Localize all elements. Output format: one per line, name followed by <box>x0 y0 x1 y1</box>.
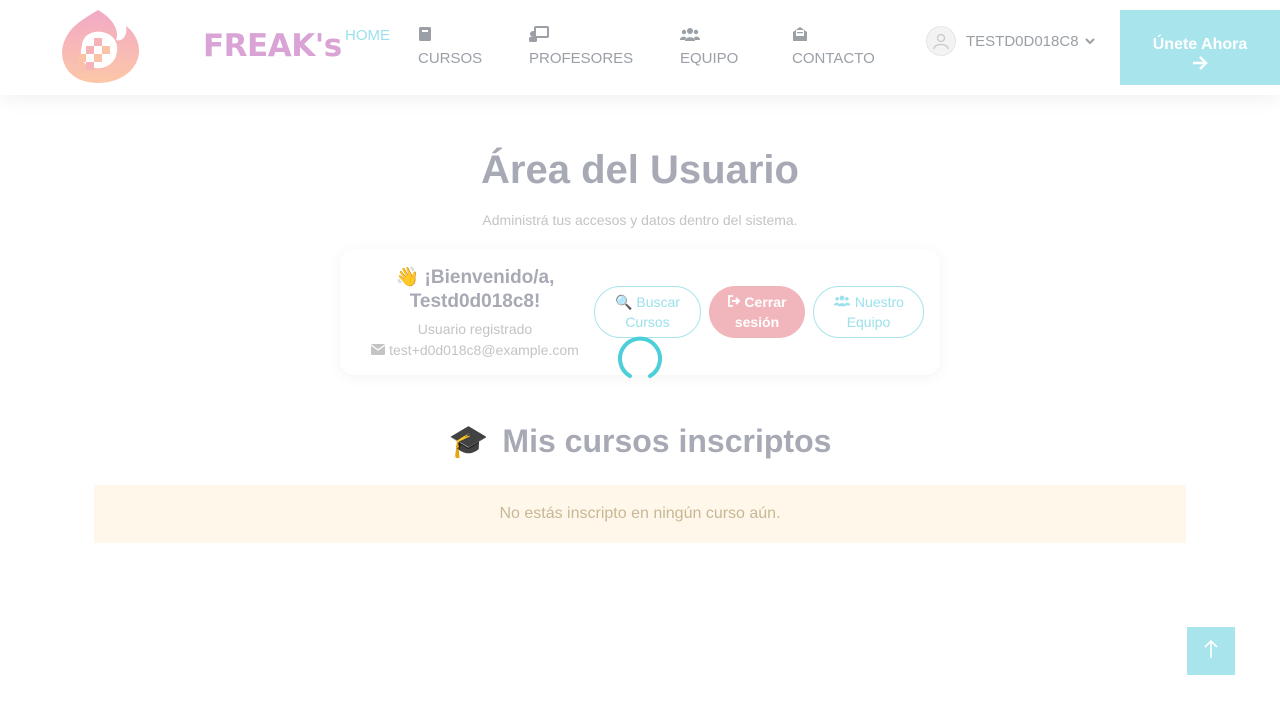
search-courses-label-2: Cursos <box>625 314 670 330</box>
nav-contacto[interactable]: CONTACTO <box>792 26 875 67</box>
join-now-button[interactable]: Únete Ahora <box>1120 10 1280 85</box>
user-name: TESTD0D018C8 <box>966 32 1079 50</box>
nav-equipo-label: EQUIPO <box>680 50 739 67</box>
loading-spinner-icon <box>616 336 664 384</box>
arrow-right-icon <box>1120 56 1280 75</box>
logout-label-2: sesión <box>734 314 780 330</box>
our-team-label-2: Equipo <box>846 314 891 330</box>
nav-home-label: HOME <box>345 27 390 44</box>
join-now-label: Únete Ahora <box>1152 36 1248 53</box>
wave-icon: 👋 <box>395 267 420 288</box>
sign-out-icon <box>727 294 745 310</box>
book-icon <box>418 26 482 44</box>
envelope-icon <box>370 342 389 358</box>
chevron-down-icon <box>1084 32 1095 50</box>
search-courses-button[interactable]: 🔍 Buscar Cursos <box>594 286 701 338</box>
search-courses-label-1: Buscar <box>636 294 680 310</box>
brand-name[interactable]: FREAK's <box>203 28 342 64</box>
nav-cursos-label: CURSOS <box>418 50 483 67</box>
user-email-row: test+d0d018c8@example.com <box>370 342 580 358</box>
courses-section-title: 🎓 Mis cursos inscriptos <box>0 422 1280 460</box>
user-menu[interactable]: TESTD0D018C8 <box>926 26 1095 56</box>
flame-logo-icon[interactable] <box>52 6 144 86</box>
users-icon <box>680 26 738 44</box>
courses-title-text: Mis cursos inscriptos <box>502 422 832 459</box>
our-team-label-1: Nuestro <box>854 294 904 310</box>
welcome-greeting: ¡Bienvenido/a, <box>424 267 555 288</box>
arrow-up-icon <box>1204 639 1218 664</box>
welcome-username: Testd0d018c8! <box>409 291 541 312</box>
logout-label-1: Cerrar <box>744 294 787 310</box>
our-team-button[interactable]: Nuestro Equipo <box>813 286 924 338</box>
empty-courses-alert: No estás inscripto en ningún curso aún. <box>94 485 1186 543</box>
nav-profesores[interactable]: PROFESORES <box>529 26 633 67</box>
page-title: Área del Usuario <box>481 148 799 192</box>
page-subtitle: Administrá tus accesos y datos dentro de… <box>482 212 798 228</box>
users-icon <box>833 294 855 310</box>
welcome-info: 👋 ¡Bienvenido/a, Testd0d018c8! Usuario r… <box>370 265 580 358</box>
nav-cursos[interactable]: CURSOS <box>418 26 482 67</box>
teacher-icon <box>529 26 633 44</box>
back-to-top-button[interactable] <box>1187 627 1235 675</box>
nav-home[interactable]: HOME <box>345 27 390 44</box>
nav-profesores-label: PROFESORES <box>529 50 634 67</box>
user-avatar-icon <box>926 26 956 56</box>
empty-courses-message: No estás inscripto en ningún curso aún. <box>499 505 781 522</box>
logout-button[interactable]: Cerrar sesión <box>709 286 805 338</box>
envelope-open-icon <box>792 26 875 44</box>
user-email: test+d0d018c8@example.com <box>389 342 579 358</box>
site-header: FREAK's HOME CURSOS PROFESORES EQUIPO CO… <box>0 0 1280 95</box>
graduation-cap-icon: 🎓 <box>448 423 489 459</box>
user-role: Usuario registrado <box>417 321 533 337</box>
nav-equipo[interactable]: EQUIPO <box>680 26 738 67</box>
search-icon: 🔍 <box>615 294 633 310</box>
nav-contacto-label: CONTACTO <box>792 50 875 67</box>
